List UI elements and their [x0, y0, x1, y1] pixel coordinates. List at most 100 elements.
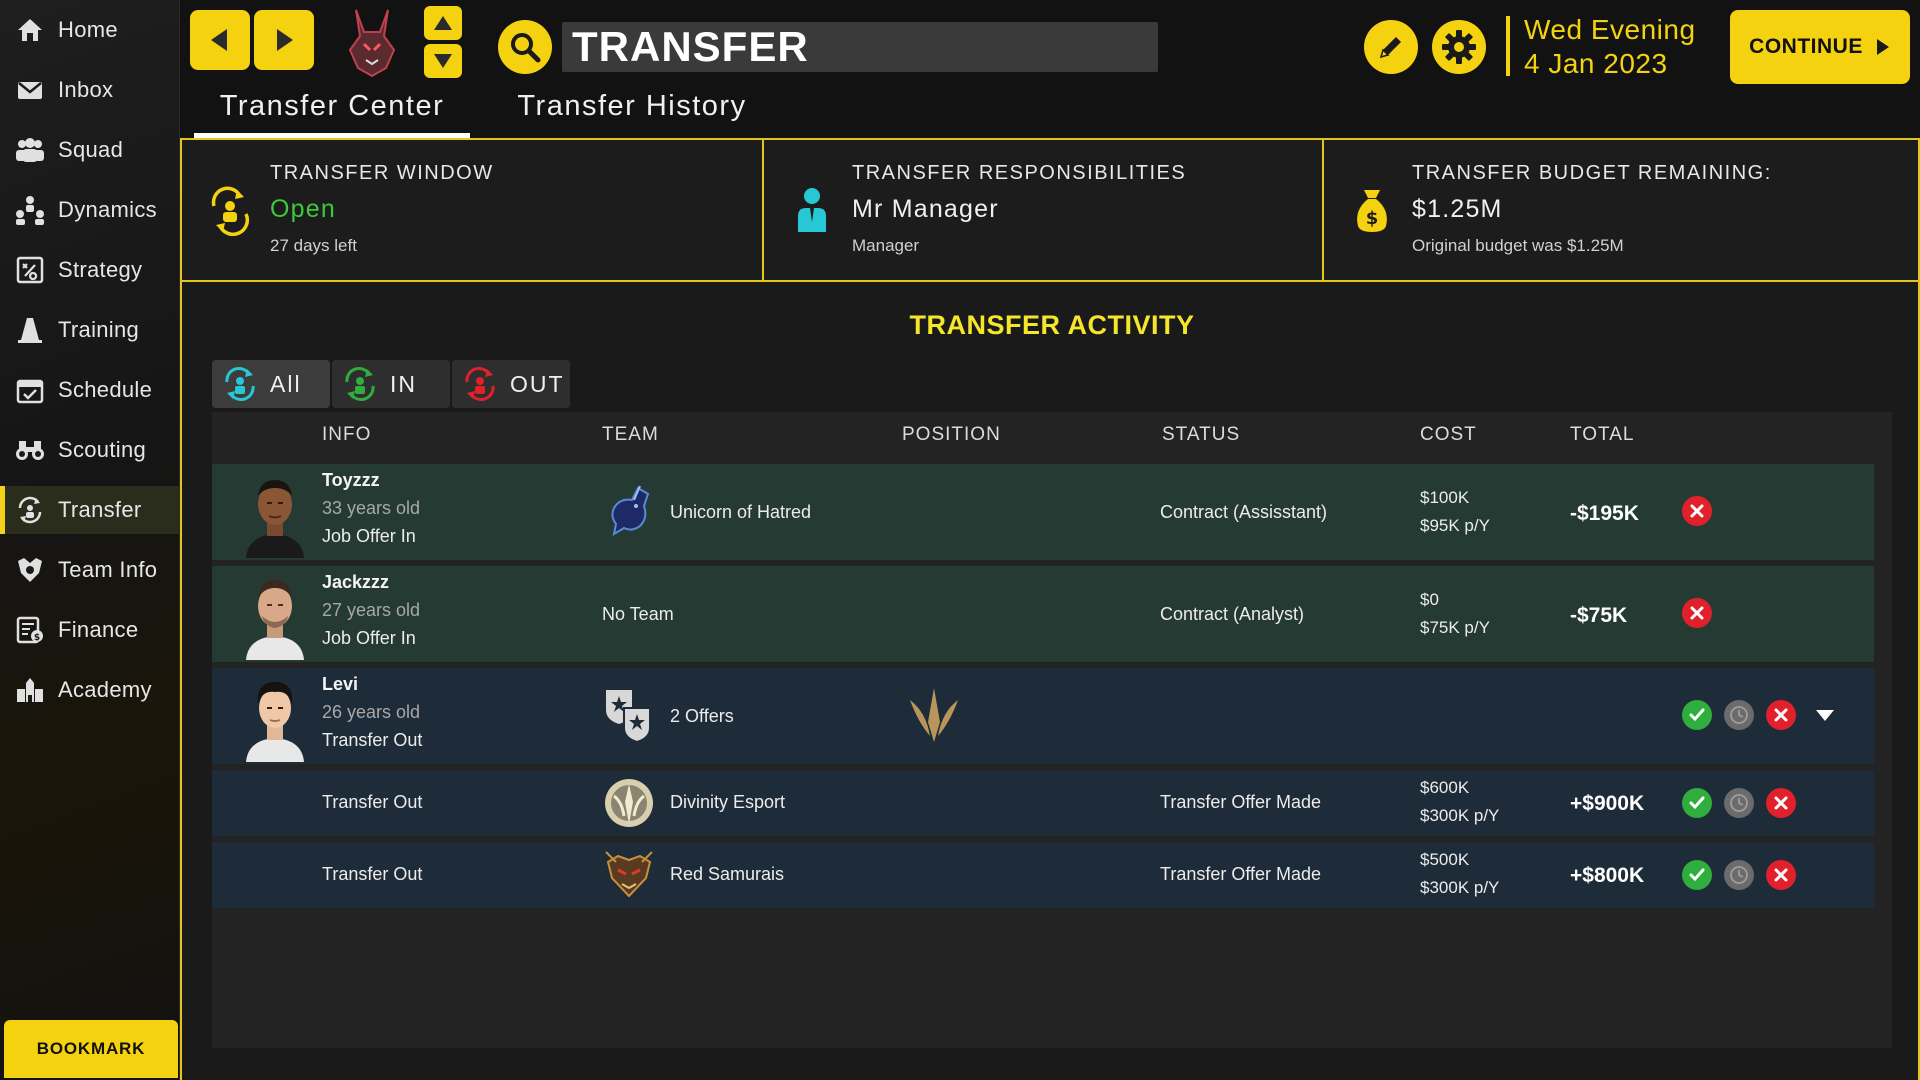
team-name[interactable]: Red Samurais — [670, 864, 784, 885]
player-avatar — [240, 674, 310, 762]
previous-button[interactable] — [424, 6, 462, 40]
responsible-role: Manager — [852, 236, 920, 255]
sidebar-item-inbox[interactable]: Inbox — [0, 66, 180, 114]
edit-button[interactable] — [1364, 20, 1418, 74]
player-name[interactable]: Levi — [322, 674, 358, 695]
filter-all-button[interactable]: All — [212, 360, 330, 408]
sidebar-item-training[interactable]: Training — [0, 306, 180, 354]
search-button[interactable] — [498, 20, 552, 74]
reject-button[interactable] — [1682, 598, 1712, 628]
bookmark-button[interactable]: BOOKMARK — [4, 1020, 178, 1078]
position-icon — [902, 682, 966, 746]
responsible-person: Mr Manager — [852, 195, 999, 223]
sidebar-item-squad[interactable]: Squad — [0, 126, 180, 174]
continue-label: CONTINUE — [1749, 35, 1863, 58]
transfer-responsibilities-card: TRANSFER RESPONSIBILITIES Mr Manager Man… — [764, 140, 1324, 280]
close-icon — [1690, 606, 1704, 620]
reject-button[interactable] — [1766, 788, 1796, 818]
negotiate-button[interactable] — [1724, 788, 1754, 818]
accept-button[interactable] — [1682, 860, 1712, 890]
tab-transfer-history[interactable]: Transfer History — [502, 90, 762, 134]
training-cone-icon — [12, 312, 48, 348]
sidebar-item-dynamics[interactable]: Dynamics — [0, 186, 180, 234]
expand-row-button[interactable] — [1810, 700, 1840, 730]
arrow-left-icon — [211, 29, 227, 51]
sidebar-item-label: Strategy — [58, 257, 143, 282]
team-name[interactable]: Divinity Esport — [670, 792, 785, 813]
column-header-cost[interactable]: COST — [1420, 424, 1477, 446]
back-button[interactable] — [190, 10, 250, 70]
transfer-wage: $95K p/Y — [1420, 516, 1490, 535]
sidebar-item-home[interactable]: Home — [0, 6, 180, 54]
transfer-type: Transfer Out — [322, 730, 423, 750]
column-header-status[interactable]: STATUS — [1162, 424, 1240, 446]
accept-button[interactable] — [1682, 788, 1712, 818]
transfer-status: Contract (Assisstant) — [1160, 502, 1328, 522]
transfer-wage: $300K p/Y — [1420, 806, 1500, 825]
transfer-type: Job Offer In — [322, 628, 416, 648]
sidebar-item-strategy[interactable]: Strategy — [0, 246, 180, 294]
column-header-info[interactable]: INFO — [322, 424, 371, 446]
sidebar-item-team-info[interactable]: Team Info — [0, 546, 180, 594]
game-day-time: Wed Evening — [1524, 14, 1696, 45]
mail-icon — [12, 72, 48, 108]
next-button[interactable] — [424, 44, 462, 78]
reject-button[interactable] — [1682, 496, 1712, 526]
team-name[interactable]: Unicorn of Hatred — [670, 502, 811, 523]
check-icon — [1689, 868, 1705, 882]
forward-button[interactable] — [254, 10, 314, 70]
sidebar-item-label: Finance — [58, 617, 139, 642]
negotiate-button[interactable] — [1724, 860, 1754, 890]
table-row[interactable]: Jackzzz 27 years old Job Offer In No Tea… — [212, 566, 1874, 662]
transfer-cost: $500K — [1420, 850, 1470, 869]
table-row[interactable]: Transfer Out Red Samurais Transfer Offer… — [212, 842, 1874, 908]
game-date: 4 Jan 2023 — [1524, 48, 1668, 79]
divinity-esport-logo-icon — [602, 776, 656, 830]
arrow-up-icon — [434, 16, 452, 30]
settings-button[interactable] — [1432, 20, 1486, 74]
player-avatar — [240, 572, 310, 660]
sidebar-item-schedule[interactable]: Schedule — [0, 366, 180, 414]
unicorn-logo-icon — [602, 484, 656, 538]
calendar-icon — [12, 372, 48, 408]
filter-in-button[interactable]: IN — [332, 360, 450, 408]
transfer-wage: $300K p/Y — [1420, 878, 1500, 897]
finance-icon: $ — [12, 612, 48, 648]
page-title: TRANSFER — [572, 23, 809, 70]
card-title: TRANSFER BUDGET REMAINING: — [1412, 162, 1772, 184]
table-row[interactable]: Levi 26 years old Transfer Out 2 Offers — [212, 668, 1874, 764]
table-row[interactable]: Toyzzz 33 years old Job Offer In Unicorn… — [212, 464, 1874, 560]
filter-label: IN — [390, 370, 417, 397]
reject-button[interactable] — [1766, 700, 1796, 730]
negotiate-button[interactable] — [1724, 700, 1754, 730]
offers-count[interactable]: 2 Offers — [670, 706, 734, 727]
tab-transfer-center[interactable]: Transfer Center — [194, 90, 470, 138]
player-name[interactable]: Jackzzz — [322, 572, 389, 593]
gear-icon — [1442, 30, 1476, 64]
column-header-team[interactable]: TEAM — [602, 424, 659, 446]
transfer-type: Transfer Out — [322, 792, 423, 812]
filter-out-button[interactable]: OUT — [452, 360, 570, 408]
transfer-total: -$75K — [1570, 604, 1628, 627]
column-header-total[interactable]: TOTAL — [1570, 424, 1634, 446]
card-title: TRANSFER RESPONSIBILITIES — [852, 162, 1187, 184]
squad-icon — [12, 132, 48, 168]
transfer-status: Transfer Offer Made — [1160, 792, 1322, 812]
close-icon — [1774, 868, 1788, 882]
binoculars-icon — [12, 432, 48, 468]
sidebar-item-transfer[interactable]: Transfer — [0, 486, 180, 534]
sidebar-item-academy[interactable]: Academy — [0, 666, 180, 714]
continue-button[interactable]: CONTINUE — [1730, 10, 1910, 84]
sidebar-item-scouting[interactable]: Scouting — [0, 426, 180, 474]
transfer-activity-table: INFO TEAM POSITION STATUS COST TOTAL Toy… — [212, 412, 1892, 1048]
column-header-position[interactable]: POSITION — [902, 424, 1001, 446]
transfer-cost: $600K — [1420, 778, 1470, 797]
reject-button[interactable] — [1766, 860, 1796, 890]
sidebar-item-label: Transfer — [58, 497, 142, 522]
arrow-right-icon — [277, 29, 293, 51]
player-name[interactable]: Toyzzz — [322, 470, 380, 491]
accept-button[interactable] — [1682, 700, 1712, 730]
table-row[interactable]: Transfer Out Divinity Esport Transfer Of… — [212, 770, 1874, 836]
sidebar-item-finance[interactable]: $ Finance — [0, 606, 180, 654]
transfer-icon — [208, 186, 252, 237]
